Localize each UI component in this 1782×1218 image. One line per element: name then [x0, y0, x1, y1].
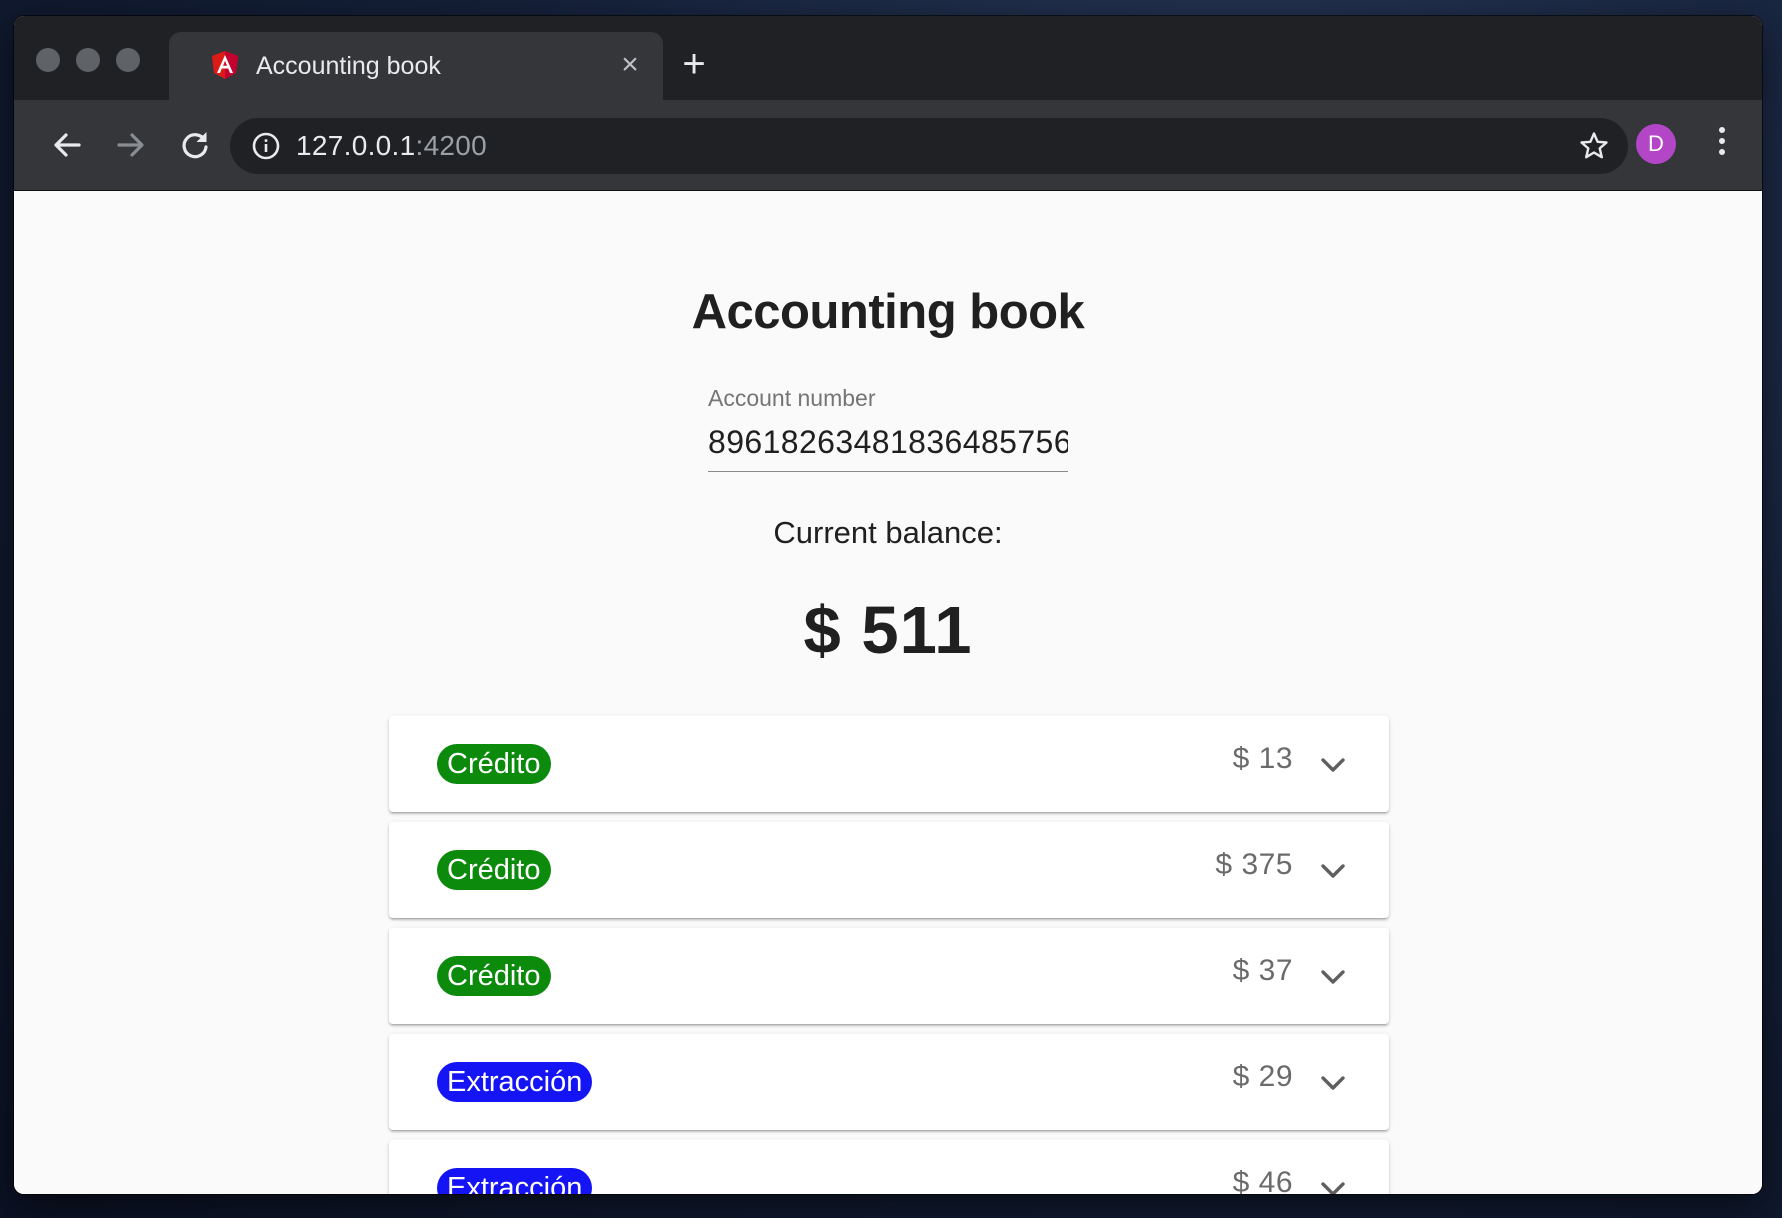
transaction-type-badge: Crédito	[437, 744, 551, 784]
new-tab-button[interactable]: +	[674, 44, 714, 86]
transaction-type-badge: Crédito	[437, 956, 551, 996]
account-number-label: Account number	[708, 385, 876, 411]
chevron-down-icon[interactable]	[1319, 754, 1347, 776]
tab-strip: Accounting book × +	[14, 16, 1762, 100]
info-icon[interactable]	[252, 132, 280, 160]
url-host: 127.0.0.1	[296, 130, 416, 161]
menu-dot	[1719, 149, 1725, 155]
chevron-down-icon[interactable]	[1319, 966, 1347, 988]
close-window-button[interactable]	[36, 48, 60, 72]
transaction-type-badge: Crédito	[437, 850, 551, 890]
account-number-input[interactable]	[708, 424, 1068, 472]
transaction-row[interactable]: Extracción $ 46	[389, 1140, 1389, 1194]
back-arrow-icon[interactable]	[43, 121, 91, 169]
url-port: :4200	[415, 130, 488, 161]
transaction-list: Crédito $ 13 Crédito $ 375 Crédito $ 37 …	[389, 716, 1389, 1194]
forward-arrow-icon[interactable]	[107, 121, 155, 169]
tab-accounting-book[interactable]: Accounting book ×	[169, 32, 663, 100]
transaction-type-badge: Extracción	[437, 1062, 593, 1102]
profile-avatar[interactable]: D	[1636, 124, 1676, 164]
transaction-amount: $ 13	[1232, 742, 1293, 775]
url-text[interactable]: 127.0.0.1:4200	[296, 129, 487, 163]
page-content: Accounting book Account number Current b…	[14, 191, 1762, 1194]
address-bar[interactable]: 127.0.0.1:4200	[230, 118, 1628, 174]
transaction-amount: $ 29	[1232, 1060, 1293, 1093]
transaction-row[interactable]: Crédito $ 37	[389, 928, 1389, 1024]
reload-icon[interactable]	[171, 121, 219, 169]
bookmark-star-icon[interactable]	[1578, 130, 1610, 162]
transaction-row[interactable]: Crédito $ 13	[389, 716, 1389, 812]
current-balance-label: Current balance:	[773, 515, 1003, 550]
page-title: Accounting book	[691, 285, 1085, 339]
account-number-field: Account number	[708, 384, 1068, 472]
zoom-window-button[interactable]	[116, 48, 140, 72]
menu-dot	[1719, 138, 1725, 144]
transaction-amount: $ 37	[1232, 954, 1293, 987]
transaction-amount: $ 46	[1232, 1166, 1293, 1194]
transaction-row[interactable]: Crédito $ 375	[389, 822, 1389, 918]
browser-toolbar: 127.0.0.1:4200 D	[14, 100, 1762, 190]
browser-window: Accounting book × + 127.0.0.1:4200 D Acc…	[14, 16, 1762, 1194]
tab-close-icon[interactable]: ×	[613, 48, 647, 82]
chevron-down-icon[interactable]	[1319, 1072, 1347, 1094]
menu-dot	[1719, 127, 1725, 133]
transaction-amount: $ 375	[1215, 848, 1293, 881]
tab-title: Accounting book	[256, 52, 441, 80]
minimize-window-button[interactable]	[76, 48, 100, 72]
current-balance-value: $ 511	[803, 593, 973, 668]
transaction-row[interactable]: Extracción $ 29	[389, 1034, 1389, 1130]
more-menu-icon[interactable]	[1710, 122, 1734, 166]
chevron-down-icon[interactable]	[1319, 860, 1347, 882]
chevron-down-icon[interactable]	[1319, 1178, 1347, 1194]
angular-logo-icon	[212, 51, 238, 79]
transaction-type-badge: Extracción	[437, 1168, 593, 1194]
